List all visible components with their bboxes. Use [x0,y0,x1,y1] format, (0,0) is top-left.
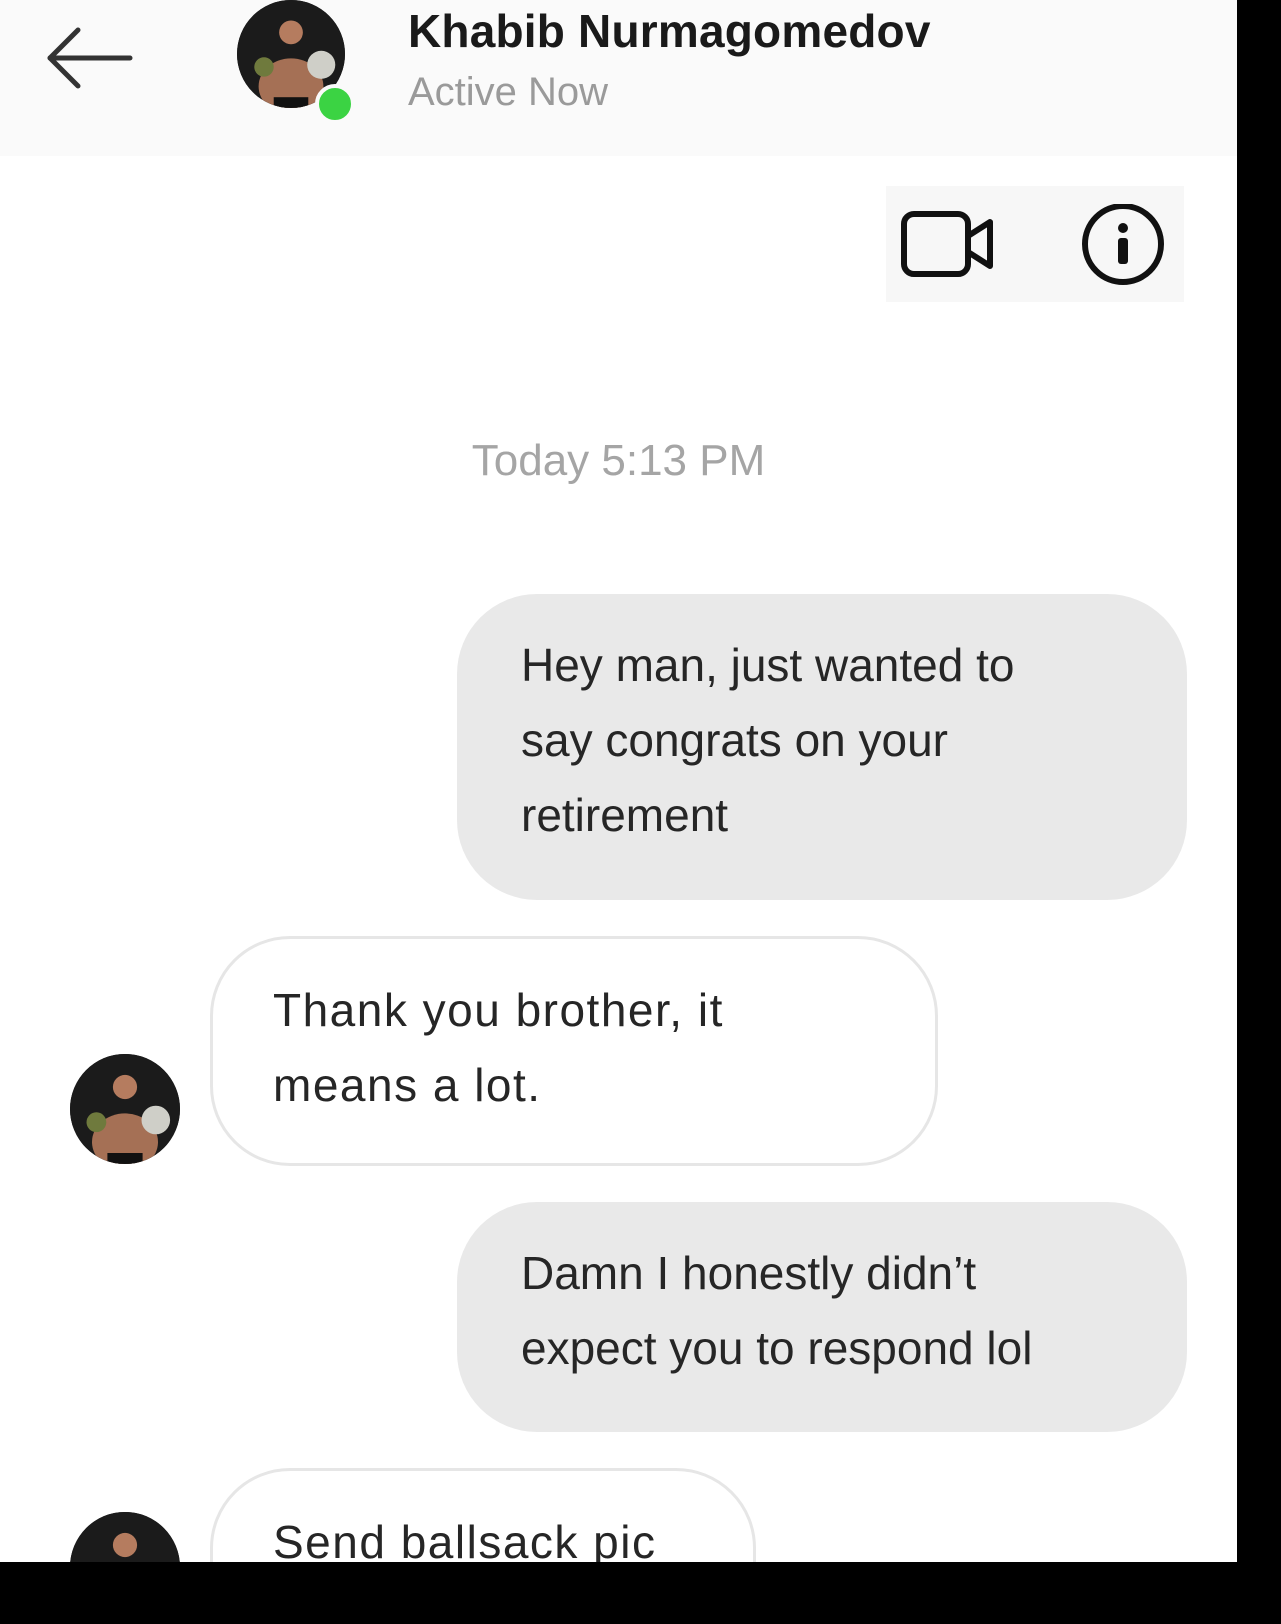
arrow-left-icon [47,27,133,89]
info-icon [1082,203,1164,285]
message-timestamp: Today 5:13 PM [471,436,766,485]
chat-screen: Khabib Nurmagomedov Active Now Today 5:1… [0,0,1281,1624]
contact-name[interactable]: Khabib Nurmagomedov [408,4,931,58]
outgoing-message[interactable]: Damn I honestly didn’t expect you to res… [457,1202,1187,1432]
bottom-edge [0,1562,1237,1624]
active-status: Active Now [408,70,609,114]
sender-avatar[interactable] [70,1054,180,1164]
fighter-photo [70,1054,180,1164]
chat-header: Khabib Nurmagomedov Active Now [0,0,1237,156]
incoming-message[interactable]: Thank you brother, it means a lot. [210,936,938,1166]
chat-actions [886,186,1184,302]
outgoing-message[interactable]: Hey man, just wanted to say congrats on … [457,594,1187,900]
video-camera-icon [901,211,993,277]
info-button[interactable] [1078,203,1168,294]
back-button[interactable] [40,22,140,94]
online-indicator [315,84,355,124]
video-call-button[interactable] [898,204,998,284]
